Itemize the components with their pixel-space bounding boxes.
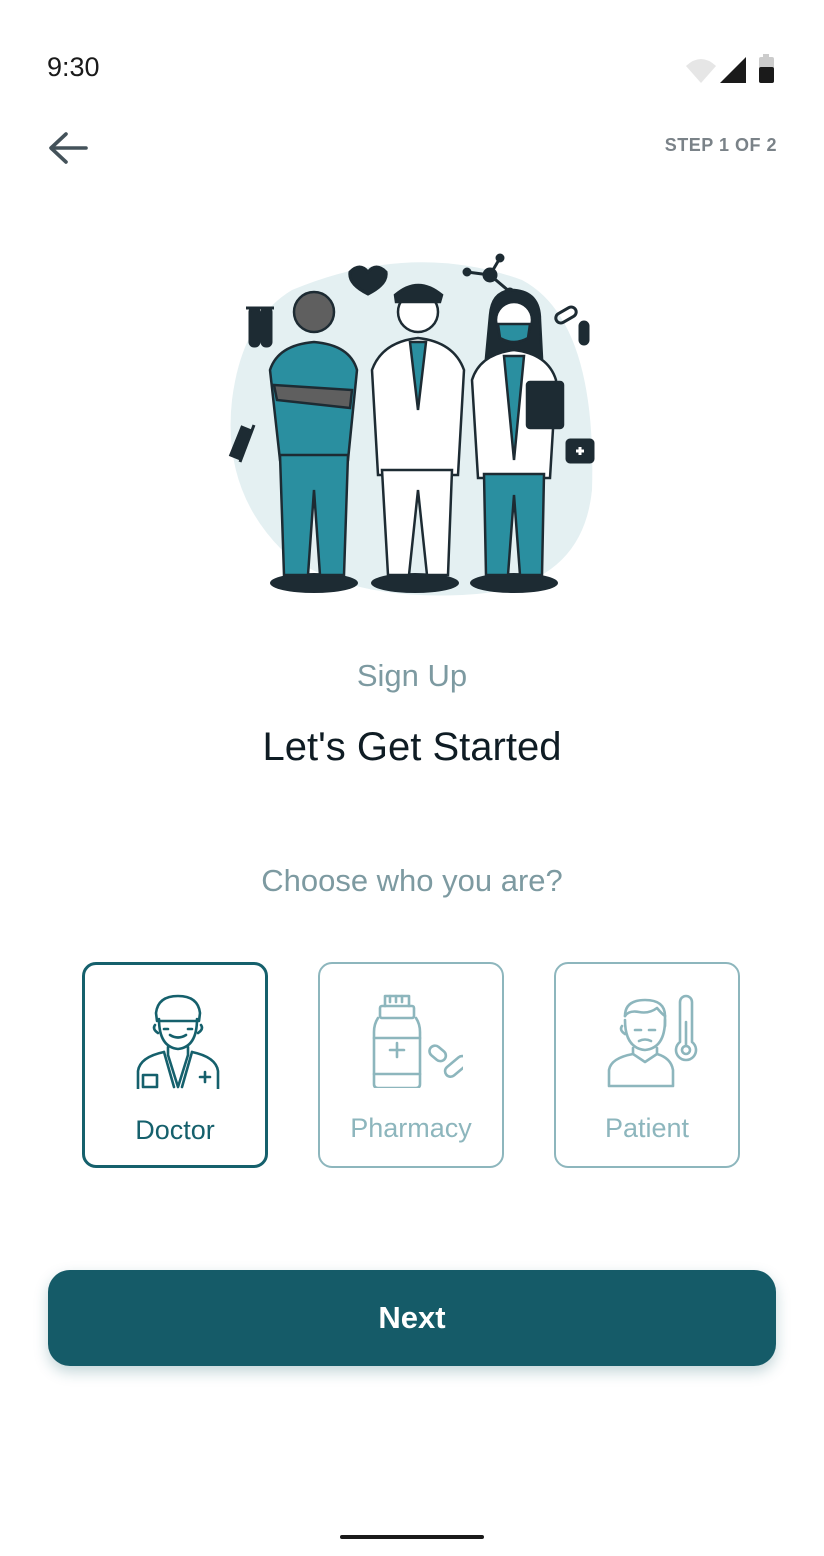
doctor-icon [136, 994, 220, 1089]
role-card-doctor[interactable]: Doctor [82, 962, 268, 1168]
medical-team-illustration [228, 253, 595, 596]
role-card-pharmacy[interactable]: Pharmacy [318, 962, 504, 1168]
pharmacy-icon [372, 994, 463, 1088]
status-icons [686, 54, 774, 83]
role-prompt: Choose who you are? [261, 863, 563, 898]
patient-icon [607, 994, 698, 1088]
signal-icon [720, 57, 746, 83]
next-button[interactable]: Next [48, 1270, 776, 1366]
role-label-pharmacy: Pharmacy [350, 1113, 472, 1143]
home-indicator [340, 1535, 484, 1539]
arrow-left-icon [49, 132, 88, 164]
status-time: 9:30 [47, 52, 100, 82]
battery-icon [759, 54, 774, 83]
role-card-patient[interactable]: Patient [554, 962, 740, 1168]
role-label-patient: Patient [604, 1113, 690, 1143]
role-label-doctor: Doctor [135, 1115, 215, 1145]
page-subtitle: Sign Up [356, 658, 468, 693]
page-title: Let's Get Started [262, 725, 562, 769]
step-indicator: STEP 1 OF 2 [664, 135, 777, 155]
back-button[interactable] [46, 126, 92, 172]
wifi-icon [686, 59, 716, 83]
